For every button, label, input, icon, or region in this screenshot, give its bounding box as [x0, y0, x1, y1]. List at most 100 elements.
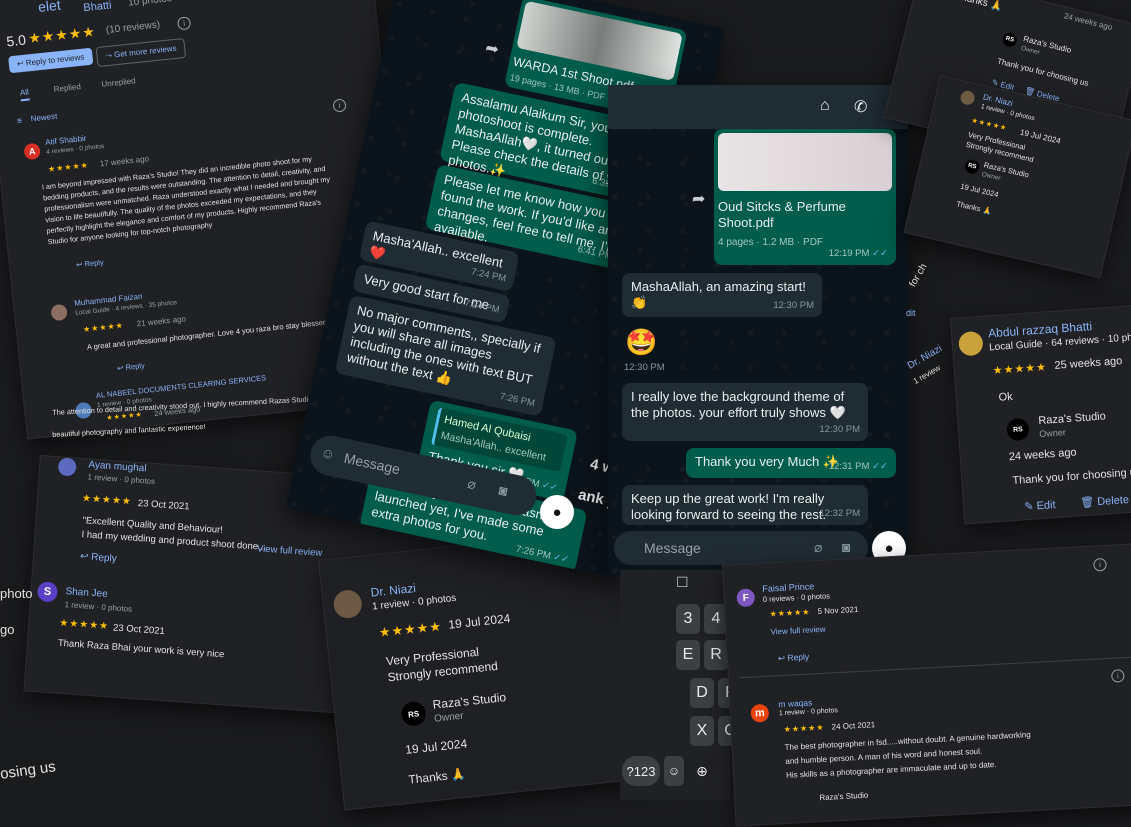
numeric-mode-key[interactable]: ?123 [622, 756, 660, 786]
review-time: 25 weeks ago [1054, 355, 1123, 372]
info-icon[interactable]: i [1111, 669, 1125, 683]
forward-icon[interactable]: ➦ [484, 38, 501, 60]
owner-reply-text: Thanks 🙏 [407, 766, 467, 787]
review-stars: ★★★★★ [47, 160, 90, 174]
owner-reply-date: 19 Jul 2024 [404, 736, 468, 757]
overall-stars: ★★★★★ [27, 23, 97, 47]
review-text-line: The best photographer in fsd.....without… [784, 730, 1031, 752]
message-bubble[interactable]: MashaAllah, an amazing start! 👏 12:30 PM [622, 273, 822, 317]
reviewer-name[interactable]: AL NABEEL DOCUMENTS CLEARING SERVICES [96, 373, 267, 400]
reviewer-name-fragment: Bhatti [82, 0, 113, 15]
file-name: Oud Sitcks & Perfume Shoot.pdf [718, 199, 846, 230]
info-icon[interactable]: i [176, 16, 192, 31]
reply-button[interactable]: ↩ Reply [80, 551, 117, 565]
message-bubble[interactable]: No major comments,, specially if you wil… [334, 294, 557, 417]
review-stars: ★★★★★ [82, 320, 125, 335]
avatar [332, 588, 364, 620]
reviewer-name[interactable]: m waqas [778, 697, 812, 709]
message-bubble[interactable]: Keep up the great work! I'm really looki… [622, 485, 868, 525]
review-card-abdul: Abdul razzaq Bhatti Local Guide · 64 rev… [950, 303, 1131, 525]
reviewer-name[interactable]: Shan Jee [65, 586, 108, 600]
key[interactable]: 3 [676, 604, 700, 634]
camera-icon[interactable]: ◙ [842, 539, 850, 555]
file-message[interactable]: Oud Sitcks & Perfume Shoot.pdf 4 pages ·… [714, 129, 896, 265]
review-date: 5 Nov 2021 [817, 604, 859, 617]
sort-icon[interactable]: ≡ [16, 115, 22, 125]
key[interactable]: X [690, 716, 714, 746]
owner-reply-date: 19 Jul 2024 [959, 181, 1000, 200]
sticker-icon[interactable]: ☐ [676, 574, 689, 591]
owner-role: Owner [1038, 427, 1067, 440]
review-stars: ★★★★★ [992, 361, 1048, 378]
emoji-message[interactable]: 🤩 12:30 PM [616, 321, 676, 379]
reply-button[interactable]: ↩ Reply [117, 361, 145, 373]
review-date: 24 Oct 2021 [831, 720, 876, 732]
message-bubble[interactable]: Thank you very Much ✨ 12:31 PM ✓✓ [686, 448, 896, 478]
overall-rating: 5.0 [5, 31, 27, 50]
info-icon[interactable]: i [1093, 557, 1107, 572]
review-stars: ★★★★★ [769, 607, 811, 619]
emoji-icon[interactable]: ☺ [319, 444, 336, 463]
text-fragment: go [0, 622, 15, 637]
edit-button[interactable]: ✎ Edit [1024, 498, 1056, 513]
owner-avatar: RS [400, 700, 427, 728]
tab-all[interactable]: All [19, 87, 30, 102]
reviewer-meta: 1 review · 0 photos [64, 600, 133, 614]
photos-fragment: 10 photos [127, 0, 173, 9]
avatar: m [750, 703, 770, 723]
text-fragment: osing us [0, 758, 57, 783]
review-text: Ok [998, 390, 1014, 404]
avatar [958, 330, 984, 357]
owner-role: Owner [433, 710, 465, 725]
owner-avatar: RS [1006, 417, 1030, 442]
review-date: 19 Jul 2024 [447, 611, 511, 632]
review-stars: ★★★★★ [378, 618, 443, 640]
owner-name: Raza's Studio [432, 690, 507, 712]
add-call-icon[interactable]: ✆ [854, 97, 867, 117]
view-full-review-link[interactable]: View full review [770, 625, 825, 637]
reply-to-reviews-button[interactable]: ↩ Reply to reviews [8, 47, 94, 74]
owner-avatar: RS [1001, 31, 1019, 49]
globe-key[interactable]: ⊕ [690, 756, 714, 786]
avatar: S [36, 581, 59, 603]
view-full-review-link[interactable]: View full review [257, 543, 323, 559]
reply-text: Thank you for choosing us [1012, 466, 1131, 488]
message-bubble[interactable]: I really love the background theme of th… [622, 383, 868, 441]
keyboard: ☐ 3 4 E R D F X C ?123 ☺ ⊕ [620, 570, 742, 800]
get-more-reviews-button[interactable]: ⤳ Get more reviews [95, 37, 187, 68]
camera-icon[interactable]: ◙ [497, 482, 509, 499]
review-date: 23 Oct 2021 [137, 497, 190, 513]
info-icon[interactable]: i [332, 98, 347, 113]
review-time: 17 weeks ago [99, 154, 150, 169]
chat-header: ⌂ ✆ ⋮ [608, 85, 908, 129]
owner-reply-time: 24 weeks ago [1008, 446, 1077, 464]
key[interactable]: D [690, 678, 714, 708]
mic-button[interactable]: ● [540, 495, 574, 529]
delete-fragment[interactable]: elet [37, 0, 61, 15]
text-fragment: for ch [907, 261, 930, 290]
owner-name: Raza's Studio [1037, 410, 1107, 428]
key[interactable]: R [704, 640, 728, 670]
avatar: F [736, 588, 756, 608]
storefront-icon[interactable]: ⌂ [820, 97, 830, 115]
key[interactable]: E [676, 640, 700, 670]
sort-dropdown[interactable]: Newest [30, 112, 57, 124]
emoji-key[interactable]: ☺ [664, 756, 684, 786]
tab-replied[interactable]: Replied [53, 82, 81, 94]
attach-icon[interactable]: ⌀ [466, 475, 478, 493]
avatar [959, 89, 976, 107]
file-thumbnail [718, 133, 892, 191]
review-date: 23 Oct 2021 [112, 622, 166, 638]
message-placeholder: Message [342, 449, 402, 478]
owner-name: Raza's Studio [819, 790, 869, 803]
forward-icon[interactable]: ➦ [692, 189, 705, 209]
whatsapp-chat-right: ⌂ ✆ ⋮ ➦ Oud Sitcks & Perfume Shoot.pdf 4… [608, 85, 908, 575]
delete-button[interactable]: 🗑 Delete [1080, 493, 1130, 509]
review-stars: ★★★★★ [783, 722, 825, 734]
attach-icon[interactable]: ⌀ [814, 539, 822, 556]
reply-text: Thanks 🙏 [954, 0, 1004, 13]
tab-unreplied[interactable]: Unreplied [101, 76, 136, 89]
review-stars: ★★★★★ [81, 493, 133, 508]
reply-button[interactable]: ↩ Reply [778, 652, 810, 665]
reply-button[interactable]: ↩ Reply [76, 258, 104, 270]
